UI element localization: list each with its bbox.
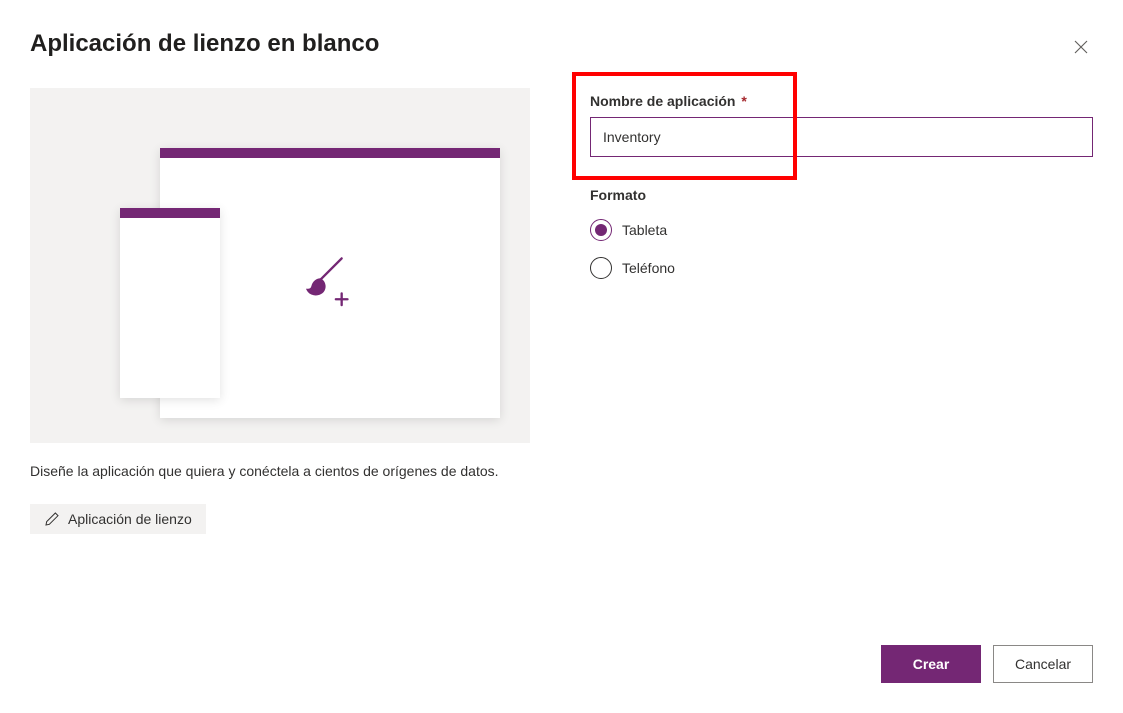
cancel-button[interactable]: Cancelar <box>993 645 1093 683</box>
app-name-input[interactable] <box>590 117 1093 157</box>
chip-label: Aplicación de lienzo <box>68 511 192 527</box>
dialog-title: Aplicación de lienzo en blanco <box>30 30 1093 58</box>
dialog-content: Diseñe la aplicación que quiera y conéct… <box>30 88 1093 534</box>
brush-plus-icon <box>302 251 358 312</box>
right-column: Nombre de aplicación * Formato Tableta T… <box>590 88 1093 534</box>
radio-icon-unselected <box>590 257 612 279</box>
app-type-chip: Aplicación de lienzo <box>30 504 206 534</box>
create-button[interactable]: Crear <box>881 645 981 683</box>
dialog-footer: Crear Cancelar <box>881 645 1093 683</box>
format-option-tablet[interactable]: Tableta <box>590 219 1093 241</box>
radio-icon-selected <box>590 219 612 241</box>
radio-label-tablet: Tableta <box>622 222 667 238</box>
close-button[interactable] <box>1069 35 1093 59</box>
blank-canvas-app-dialog: Aplicación de lienzo en blanco <box>0 0 1123 713</box>
pencil-icon <box>44 511 60 527</box>
preview-illustration <box>30 88 530 443</box>
phone-preview-shape <box>120 208 220 398</box>
format-label: Formato <box>590 187 1093 203</box>
close-icon <box>1072 38 1090 56</box>
app-name-label: Nombre de aplicación * <box>590 93 1093 109</box>
required-asterisk: * <box>741 93 746 109</box>
left-column: Diseñe la aplicación que quiera y conéct… <box>30 88 530 534</box>
format-option-phone[interactable]: Teléfono <box>590 257 1093 279</box>
dialog-description: Diseñe la aplicación que quiera y conéct… <box>30 461 530 482</box>
radio-label-phone: Teléfono <box>622 260 675 276</box>
